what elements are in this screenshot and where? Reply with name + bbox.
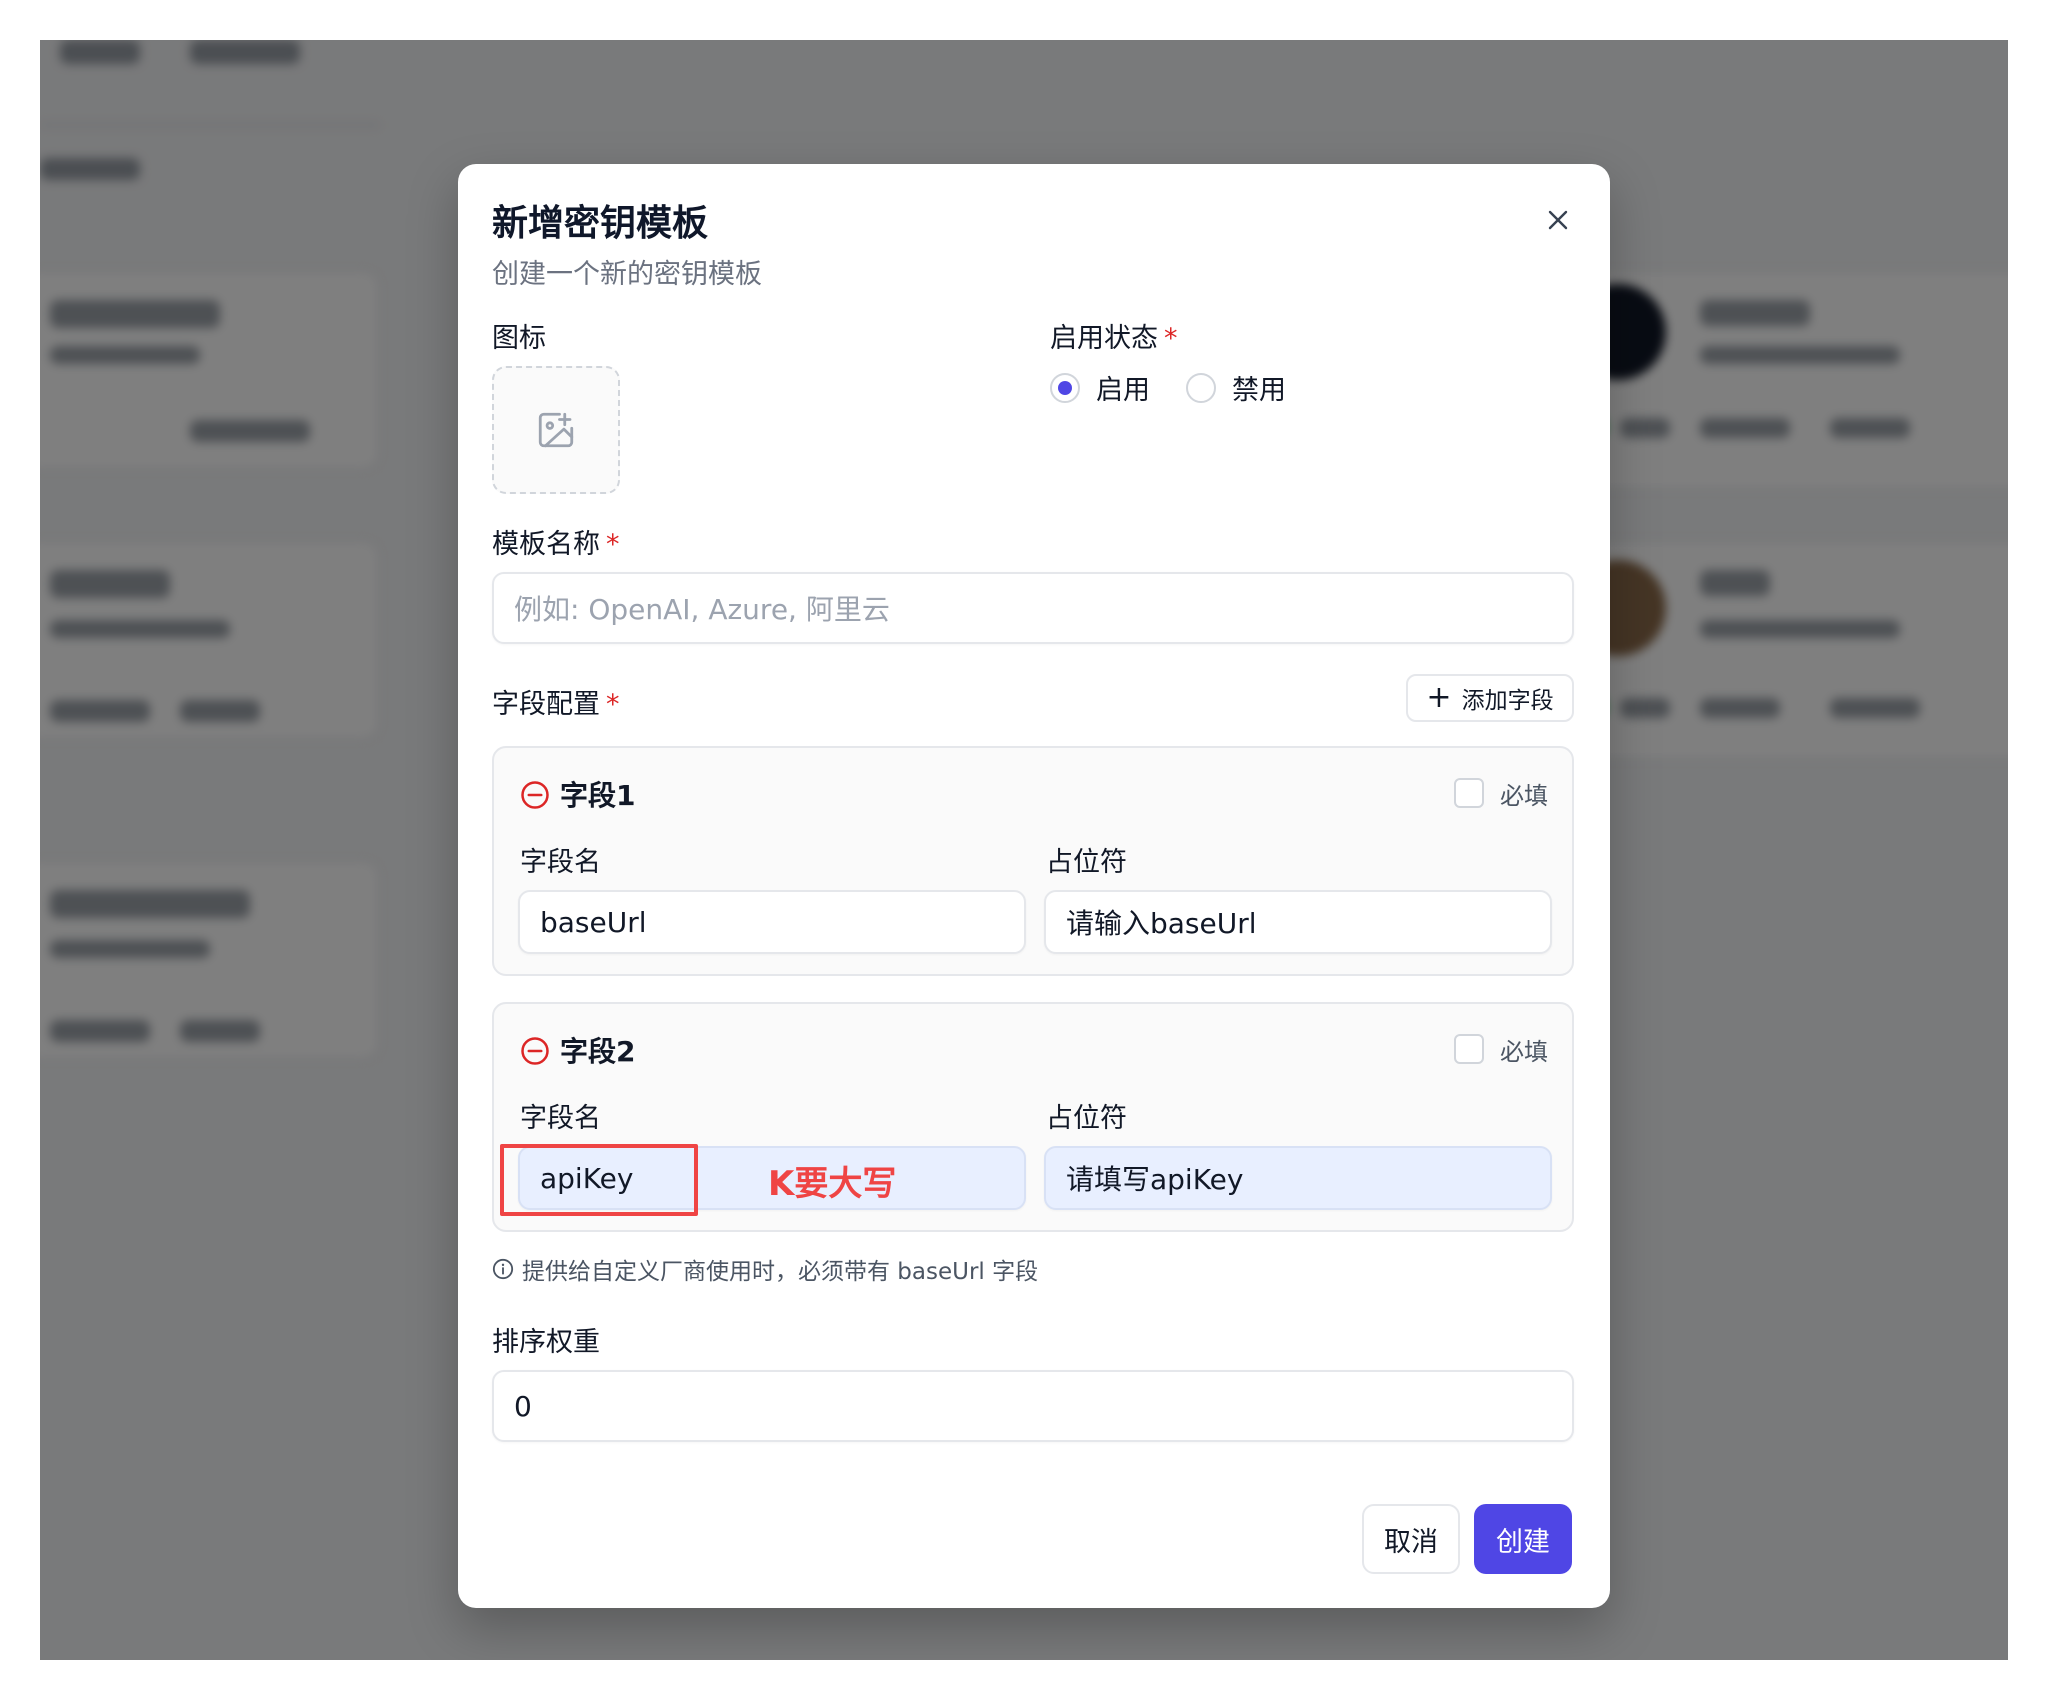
field-title: 字段2 — [560, 1035, 636, 1068]
create-key-template-dialog: 新增密钥模板 创建一个新的密钥模板 图标 启用状态 * 启用 禁用 模板名称 *… — [458, 164, 1610, 1608]
required-checkbox[interactable] — [1454, 778, 1484, 808]
info-icon — [492, 1258, 514, 1280]
required-marker: * — [1164, 323, 1178, 354]
remove-circle-icon[interactable] — [520, 1036, 550, 1066]
field-config-label: 字段配置 * — [492, 682, 620, 721]
radio-disabled[interactable] — [1186, 372, 1216, 403]
cancel-button[interactable]: 取消 — [1362, 1504, 1460, 1574]
base-url-hint: 提供给自定义厂商使用时，必须带有 baseUrl 字段 — [492, 1252, 1038, 1286]
create-button[interactable]: 创建 — [1474, 1504, 1572, 1574]
sort-weight-label: 排序权重 — [492, 1327, 600, 1358]
radio-enabled[interactable] — [1050, 372, 1080, 403]
field-config-label-text: 字段配置 — [492, 689, 600, 720]
hint-text: 提供给自定义厂商使用时，必须带有 baseUrl 字段 — [522, 1259, 1039, 1285]
remove-circle-icon[interactable] — [520, 780, 550, 810]
screenshot-frame: 新增密钥模板 创建一个新的密钥模板 图标 启用状态 * 启用 禁用 模板名称 *… — [40, 40, 2008, 1660]
field-name-label: 字段名 — [520, 1103, 601, 1134]
status-radio-group: 启用 禁用 — [1050, 368, 1322, 407]
required-marker: * — [606, 529, 620, 560]
field-title: 字段1 — [560, 779, 636, 812]
required-checkbox-label[interactable]: 必填 — [1500, 776, 1548, 811]
sort-weight-input[interactable]: 0 — [492, 1370, 1574, 1442]
image-add-icon — [538, 412, 574, 448]
add-field-label: 添加字段 — [1461, 688, 1554, 714]
field-name-label: 字段名 — [520, 847, 601, 878]
status-label: 启用状态 * — [1050, 316, 1178, 355]
dialog-title: 新增密钥模板 — [492, 203, 709, 244]
field-card-1: 字段1 必填 字段名 占位符 baseUrl 请输入baseUrl — [492, 746, 1574, 976]
required-checkbox-label[interactable]: 必填 — [1500, 1032, 1548, 1067]
radio-disabled-label[interactable]: 禁用 — [1232, 368, 1286, 407]
template-name-input[interactable]: 例如: OpenAI, Azure, 阿里云 — [492, 572, 1574, 644]
icon-label: 图标 — [492, 323, 546, 354]
status-label-text: 启用状态 — [1050, 323, 1158, 354]
dialog-subtitle: 创建一个新的密钥模板 — [492, 259, 762, 290]
required-marker: * — [606, 689, 620, 720]
field-name-input[interactable]: baseUrl — [518, 890, 1026, 954]
placeholder-label: 占位符 — [1046, 847, 1127, 878]
radio-enabled-label[interactable]: 启用 — [1096, 368, 1150, 407]
add-field-button[interactable]: + 添加字段 — [1406, 674, 1574, 722]
plus-icon: + — [1426, 680, 1452, 715]
annotation-text: K要大写 — [768, 1164, 897, 1204]
template-name-label: 模板名称 * — [492, 522, 620, 561]
icon-upload[interactable] — [492, 366, 620, 494]
placeholder-input[interactable]: 请输入baseUrl — [1044, 890, 1552, 954]
placeholder-input[interactable]: 请填写apiKey — [1044, 1146, 1552, 1210]
annotation-highlight-box — [500, 1144, 698, 1216]
placeholder-label: 占位符 — [1046, 1103, 1127, 1134]
required-checkbox[interactable] — [1454, 1034, 1484, 1064]
close-button[interactable] — [1536, 198, 1580, 242]
template-name-label-text: 模板名称 — [492, 529, 600, 560]
close-icon — [1548, 210, 1568, 230]
